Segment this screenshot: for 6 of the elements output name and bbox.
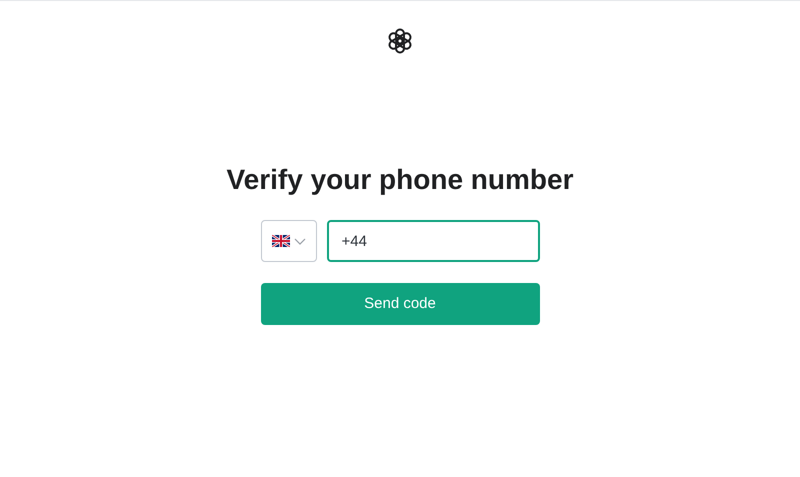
chevron-down-icon [294,238,306,244]
country-selector[interactable] [260,220,316,262]
knot-logo-icon [386,27,414,55]
page-heading: Verify your phone number [226,163,574,197]
phone-input-field[interactable]: +44 [326,220,540,262]
flag-icon [272,235,290,247]
